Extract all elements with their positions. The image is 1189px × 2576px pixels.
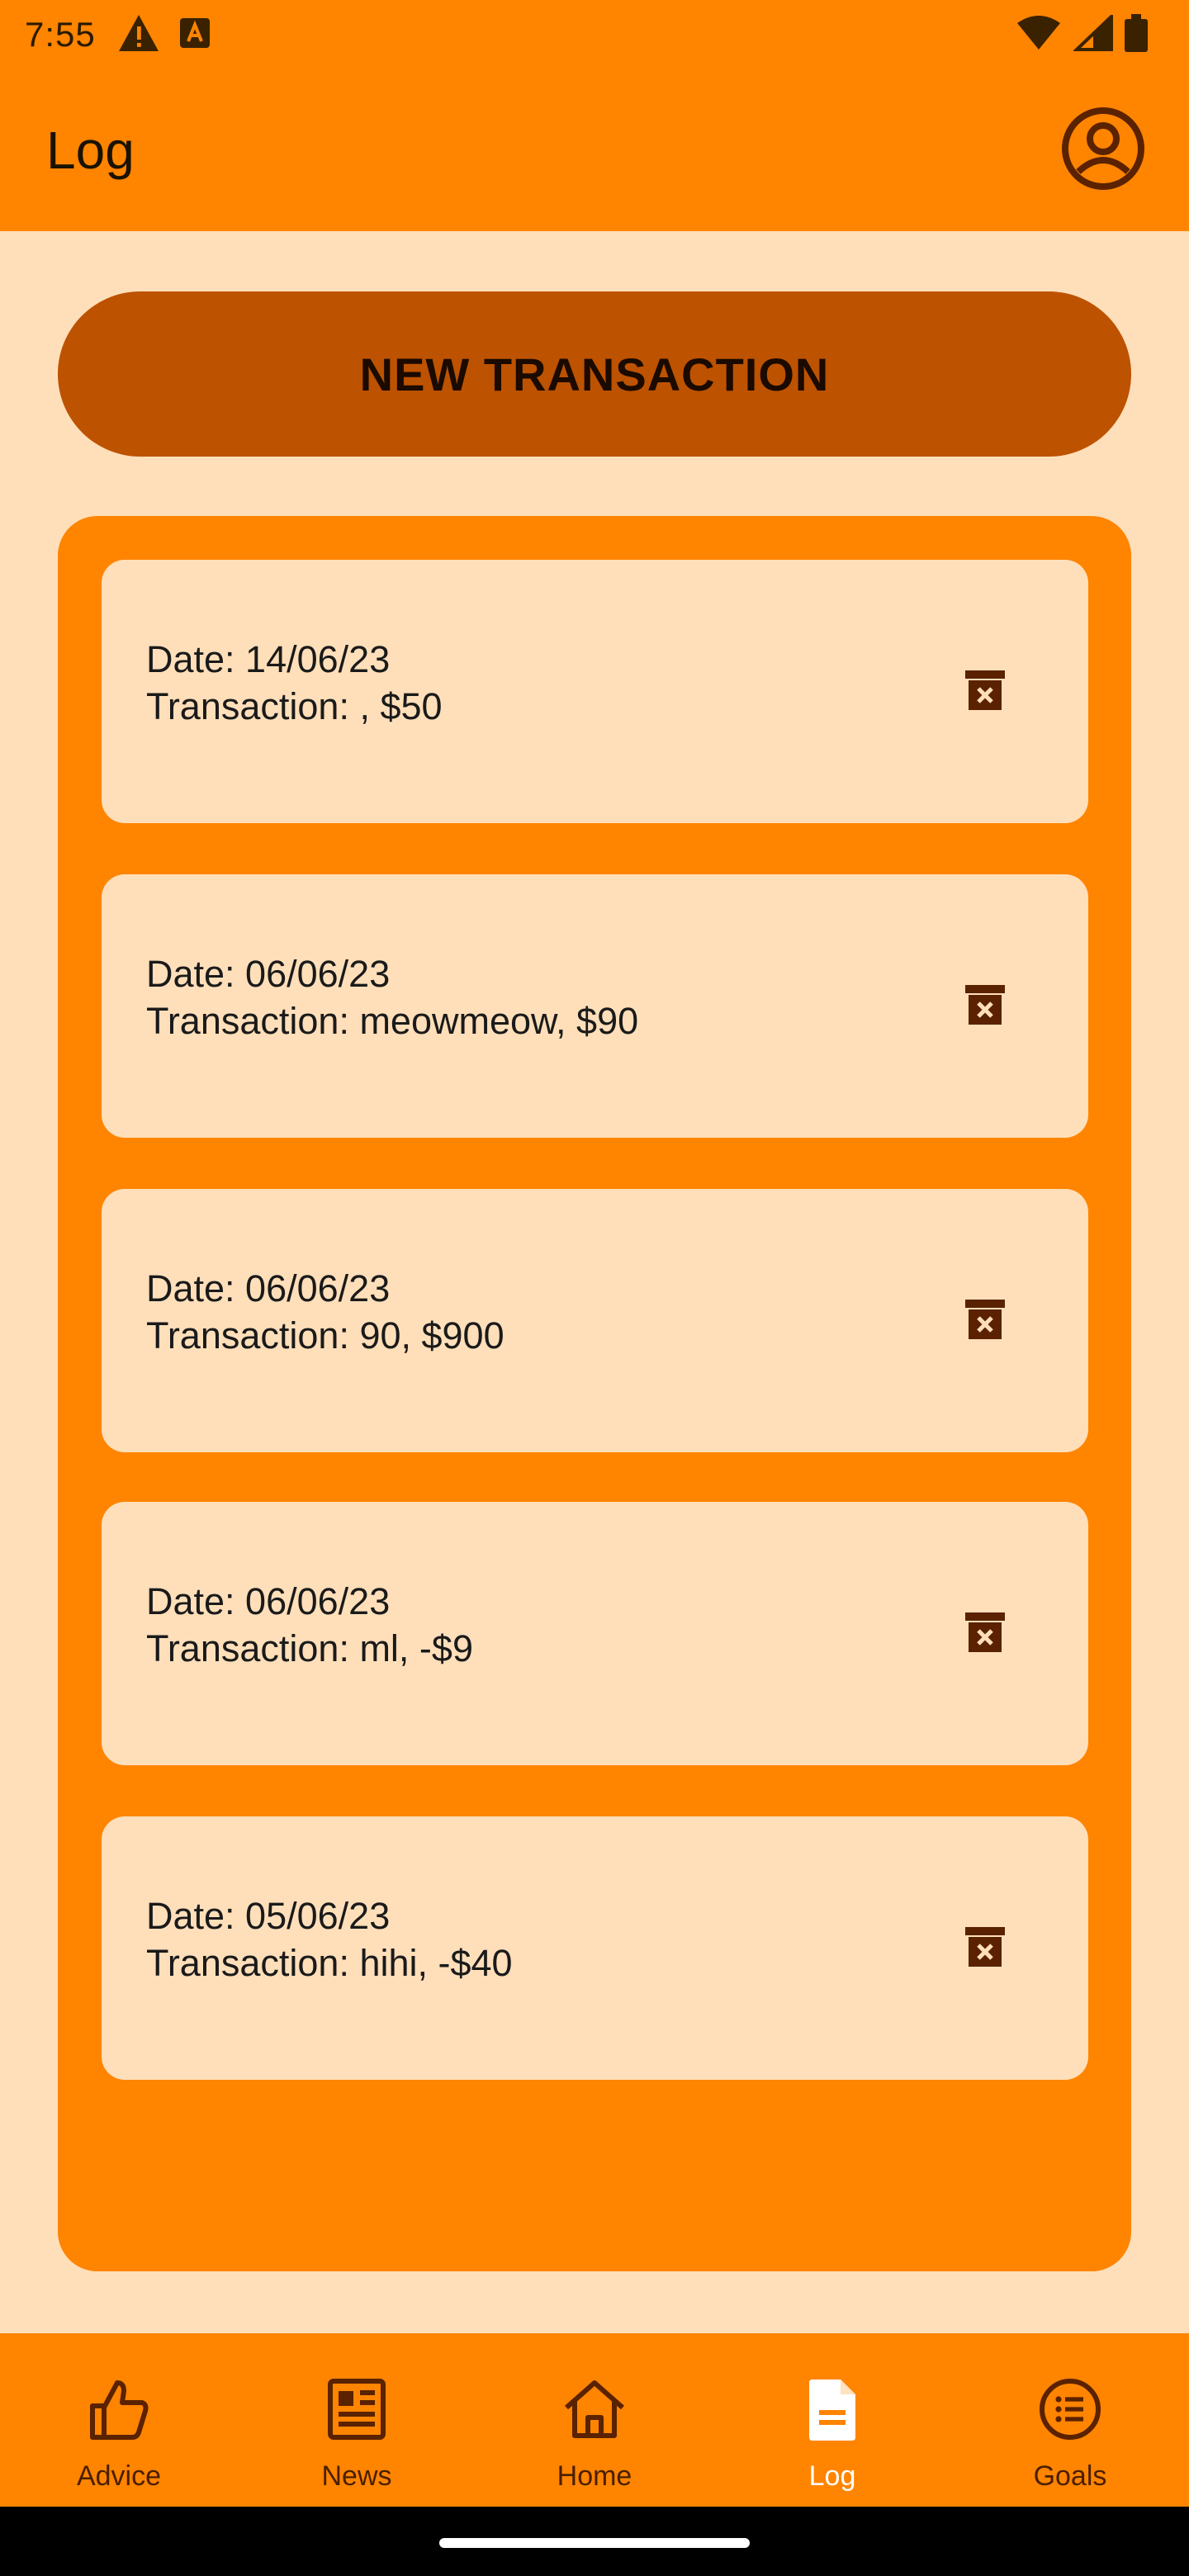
newspaper-icon xyxy=(317,2370,396,2449)
transaction-detail: Transaction: meowmeow, $90 xyxy=(146,1000,639,1042)
delete-icon xyxy=(959,664,1011,721)
nav-label: News xyxy=(321,2460,392,2492)
transaction-date: Date: 06/06/23 xyxy=(146,1267,391,1309)
status-left-icons xyxy=(117,13,211,57)
warning-icon xyxy=(117,13,160,57)
transaction-info: Date: 14/06/23 Transaction: , $50 xyxy=(146,636,443,730)
home-icon xyxy=(555,2370,634,2449)
battery-icon xyxy=(1125,13,1148,56)
delete-icon xyxy=(959,1920,1011,1977)
transaction-card: Date: 06/06/23 Transaction: ml, -$9 xyxy=(102,1502,1088,1765)
thumb-up-icon xyxy=(79,2370,159,2449)
new-transaction-button[interactable]: NEW TRANSACTION xyxy=(58,291,1131,457)
transaction-card: Date: 06/06/23 Transaction: meowmeow, $9… xyxy=(102,874,1088,1138)
bottom-nav: Advice News Home Log Goals xyxy=(0,2333,1189,2507)
delete-button[interactable] xyxy=(952,973,1018,1039)
profile-button[interactable] xyxy=(1060,107,1146,193)
status-right-icons xyxy=(1016,12,1164,56)
transaction-detail: Transaction: ml, -$9 xyxy=(146,1627,473,1669)
document-icon xyxy=(793,2370,872,2449)
transaction-detail: Transaction: , $50 xyxy=(146,685,443,727)
transaction-date: Date: 05/06/23 xyxy=(146,1895,391,1937)
gesture-area xyxy=(0,2507,1189,2576)
nav-label: Advice xyxy=(76,2460,162,2492)
status-time: 7:55 xyxy=(25,15,96,54)
transaction-list: Date: 14/06/23 Transaction: , $50 Date: … xyxy=(58,516,1131,2271)
delete-button[interactable] xyxy=(952,659,1018,725)
delete-icon xyxy=(959,978,1011,1035)
delete-icon xyxy=(959,1293,1011,1350)
nav-item-home[interactable]: Home xyxy=(476,2333,713,2507)
nav-label: Home xyxy=(557,2460,632,2492)
transaction-info: Date: 06/06/23 Transaction: 90, $900 xyxy=(146,1265,504,1359)
delete-button[interactable] xyxy=(952,1601,1018,1667)
transaction-info: Date: 06/06/23 Transaction: ml, -$9 xyxy=(146,1578,473,1672)
nav-item-goals[interactable]: Goals xyxy=(951,2333,1189,2507)
nav-item-advice[interactable]: Advice xyxy=(0,2333,238,2507)
app-bar: Log xyxy=(0,69,1189,231)
signal-icon xyxy=(1073,12,1113,55)
keyboard-a-icon xyxy=(178,17,211,54)
nav-label: Goals xyxy=(1033,2460,1107,2492)
transaction-detail: Transaction: hihi, -$40 xyxy=(146,1942,513,1984)
page-title: Log xyxy=(46,121,135,180)
nav-label: Log xyxy=(808,2460,856,2492)
transaction-card: Date: 06/06/23 Transaction: 90, $900 xyxy=(102,1189,1088,1452)
nav-item-news[interactable]: News xyxy=(238,2333,476,2507)
transaction-detail: Transaction: 90, $900 xyxy=(146,1314,504,1357)
transaction-date: Date: 06/06/23 xyxy=(146,953,391,995)
transaction-card: Date: 14/06/23 Transaction: , $50 xyxy=(102,560,1088,823)
nav-item-log[interactable]: Log xyxy=(713,2333,951,2507)
transaction-date: Date: 06/06/23 xyxy=(146,1580,391,1622)
transaction-date: Date: 14/06/23 xyxy=(146,638,391,680)
transaction-info: Date: 05/06/23 Transaction: hihi, -$40 xyxy=(146,1892,513,1986)
delete-icon xyxy=(959,1606,1011,1663)
list-circle-icon xyxy=(1030,2370,1110,2449)
delete-button[interactable] xyxy=(952,1288,1018,1354)
account-circle-icon xyxy=(1060,106,1146,196)
transaction-card: Date: 05/06/23 Transaction: hihi, -$40 xyxy=(102,1816,1088,2080)
status-bar: 7:55 xyxy=(0,0,1189,69)
transaction-info: Date: 06/06/23 Transaction: meowmeow, $9… xyxy=(146,950,638,1044)
home-gesture-handle[interactable] xyxy=(439,2538,750,2548)
delete-button[interactable] xyxy=(952,1915,1018,1982)
wifi-icon xyxy=(1016,15,1062,55)
